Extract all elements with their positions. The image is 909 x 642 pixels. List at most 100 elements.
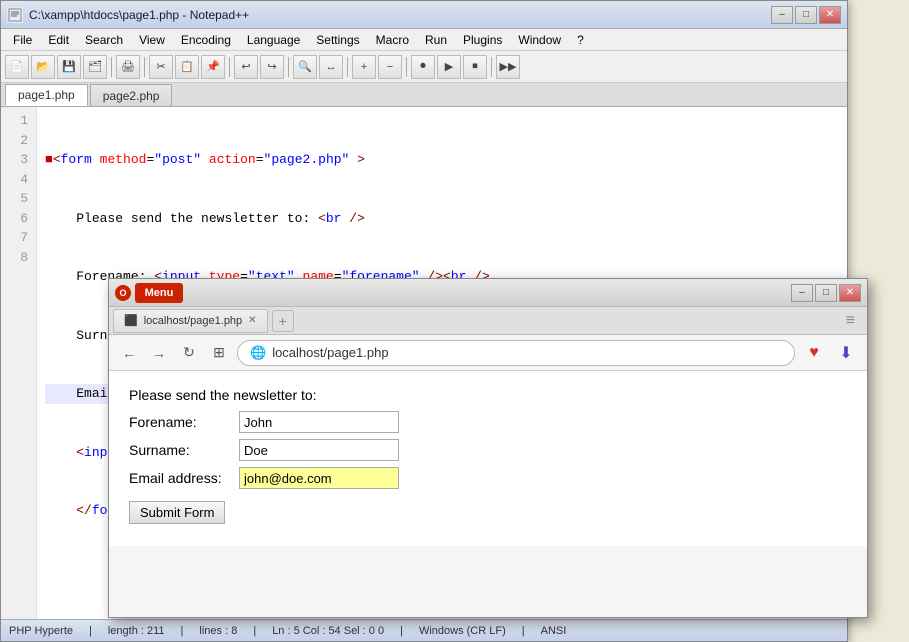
notepad-statusbar: PHP Hyperte | length : 211 | lines : 8 |… [1,619,847,641]
statusbar-sep: | [89,625,92,637]
toolbar-save-all[interactable]: 🗂 [83,55,107,79]
opera-tab-label: localhost/page1.php [144,315,242,327]
toolbar-sep-2 [144,57,145,77]
toolbar-macro[interactable]: ⏺ [411,55,435,79]
statusbar-sep2: | [181,625,184,637]
statusbar-length: length : 211 [108,625,165,637]
toolbar-find[interactable]: 🔍 [293,55,317,79]
opera-tabbar: ⬛ localhost/page1.php ✕ + ≡ [109,307,867,335]
toolbar-redo[interactable]: ↪ [260,55,284,79]
submit-row: Submit Form [129,495,847,524]
toolbar-sep-4 [288,57,289,77]
toolbar-run[interactable]: ▶▶ [496,55,520,79]
email-input[interactable] [239,467,399,489]
opera-heart-button[interactable]: ♥ [801,340,827,366]
notepad-toolbar: 📄 📂 💾 🗂 🖨 ✂ 📋 📌 ↩ ↪ 🔍 ↔ + − ⏺ ▶ ⏹ ▶▶ [1,51,847,83]
submit-button[interactable]: Submit Form [129,501,225,524]
forename-row: Forename: [129,411,847,433]
toolbar-macro-play[interactable]: ▶ [437,55,461,79]
statusbar-encoding: ANSI [541,625,567,637]
opera-tabs-button[interactable]: ⊞ [207,341,231,365]
surname-row: Surname: [129,439,847,461]
menu-macro[interactable]: Macro [368,31,417,49]
toolbar-undo[interactable]: ↩ [234,55,258,79]
statusbar-sep4: | [400,625,403,637]
tab-page2[interactable]: page2.php [90,84,173,106]
forename-input[interactable] [239,411,399,433]
toolbar-cut[interactable]: ✂ [149,55,173,79]
opera-reload-button[interactable]: ↻ [177,341,201,365]
statusbar-sep5: | [522,625,525,637]
notepad-titlebar: C:\xampp\htdocs\page1.php - Notepad++ – … [1,1,847,29]
notepad-title: C:\xampp\htdocs\page1.php - Notepad++ [29,8,771,22]
opera-minimize-button[interactable]: – [791,284,813,302]
opera-forward-button[interactable]: → [147,341,171,365]
statusbar-lineending: Windows (CR LF) [419,625,506,637]
toolbar-open[interactable]: 📂 [31,55,55,79]
toolbar-sep-5 [347,57,348,77]
statusbar-sep3: | [253,625,256,637]
notepad-maximize-button[interactable]: □ [795,6,817,24]
opera-menu-button[interactable]: Menu [135,283,183,303]
opera-tab-page1[interactable]: ⬛ localhost/page1.php ✕ [113,309,268,333]
notepad-minimize-button[interactable]: – [771,6,793,24]
notepad-close-button[interactable]: ✕ [819,6,841,24]
opera-address-box[interactable]: 🌐 localhost/page1.php [237,340,795,366]
menu-view[interactable]: View [131,31,173,49]
toolbar-replace[interactable]: ↔ [319,55,343,79]
surname-input[interactable] [239,439,399,461]
toolbar-sep-3 [229,57,230,77]
statusbar-lines: lines : 8 [199,625,237,637]
menu-plugins[interactable]: Plugins [455,31,510,49]
toolbar-print[interactable]: 🖨 [116,55,140,79]
menu-window[interactable]: Window [510,31,569,49]
menu-help[interactable]: ? [569,31,592,49]
notepad-window-controls: – □ ✕ [771,6,841,24]
toolbar-macro-stop[interactable]: ⏹ [463,55,487,79]
menu-settings[interactable]: Settings [308,31,367,49]
toolbar-sep-6 [406,57,407,77]
opera-maximize-button[interactable]: □ [815,284,837,302]
email-row: Email address: [129,467,847,489]
menu-edit[interactable]: Edit [40,31,77,49]
tab-page1[interactable]: page1.php [5,84,88,106]
toolbar-sep-7 [491,57,492,77]
notepad-icon [7,7,23,23]
opera-globe-icon: 🌐 [250,345,266,361]
line-numbers: 1 2 3 4 5 6 7 8 [1,107,37,619]
opera-window: O Menu – □ ✕ ⬛ localhost/page1.php ✕ + ≡… [108,278,868,618]
toolbar-sep-1 [111,57,112,77]
menu-file[interactable]: File [5,31,40,49]
opera-window-controls: – □ ✕ [791,284,861,302]
opera-page-content: Please send the newsletter to: Forename:… [109,371,867,546]
menu-search[interactable]: Search [77,31,131,49]
opera-close-button[interactable]: ✕ [839,284,861,302]
toolbar-zoom-out[interactable]: − [378,55,402,79]
menu-language[interactable]: Language [239,31,308,49]
notepad-tabs: page1.php page2.php [1,83,847,107]
surname-label: Surname: [129,442,239,458]
toolbar-new[interactable]: 📄 [5,55,29,79]
toolbar-zoom-in[interactable]: + [352,55,376,79]
opera-addressbar: ← → ↻ ⊞ 🌐 localhost/page1.php ♥ ⬇ [109,335,867,371]
menu-encoding[interactable]: Encoding [173,31,239,49]
code-line-2: Please send the newsletter to: <br /> [45,209,839,229]
statusbar-position: Ln : 5 Col : 54 Sel : 0 0 [272,625,384,637]
menu-run[interactable]: Run [417,31,455,49]
opera-address-text: localhost/page1.php [272,345,782,360]
opera-back-button[interactable]: ← [117,341,141,365]
toolbar-save[interactable]: 💾 [57,55,81,79]
opera-new-tab-button[interactable]: + [272,310,294,332]
toolbar-paste[interactable]: 📌 [201,55,225,79]
opera-tab-close-button[interactable]: ✕ [248,315,256,326]
opera-download-button[interactable]: ⬇ [833,340,859,366]
statusbar-lang: PHP Hyperte [9,625,73,637]
notepad-menubar: File Edit Search View Encoding Language … [1,29,847,51]
opera-titlebar: O Menu – □ ✕ [109,279,867,307]
opera-logo-icon: O [115,285,131,301]
opera-tab-menu-icon[interactable]: ≡ [846,312,863,330]
email-label: Email address: [129,470,239,486]
forename-label: Forename: [129,414,239,430]
toolbar-copy[interactable]: 📋 [175,55,199,79]
opera-tab-icon: ⬛ [124,314,138,327]
